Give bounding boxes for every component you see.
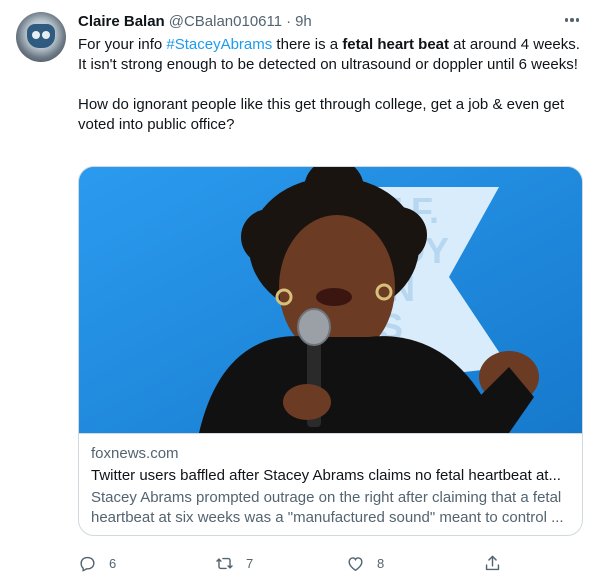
tweet-paragraph-1: For your info #StaceyAbrams there is a f… bbox=[78, 35, 588, 75]
share-button[interactable] bbox=[483, 551, 502, 575]
header-separator: · bbox=[286, 12, 292, 30]
retweet-button[interactable]: 7 bbox=[215, 551, 253, 575]
tweet-paragraph-2: How do ignorant people like this get thr… bbox=[78, 96, 565, 133]
share-icon bbox=[485, 555, 500, 570]
reply-button[interactable]: 6 bbox=[78, 551, 116, 575]
hashtag-link[interactable]: #StaceyAbrams bbox=[166, 36, 272, 53]
tweet-header: Claire Balan @CBalan010611 · 9h bbox=[78, 10, 312, 32]
reply-count: 6 bbox=[109, 555, 117, 571]
avatar-mask-graphic bbox=[27, 24, 55, 48]
retweet-icon bbox=[216, 557, 233, 569]
author-handle[interactable]: @CBalan010611 bbox=[169, 13, 282, 30]
avatar[interactable] bbox=[16, 12, 66, 62]
tweet-text: For your info #StaceyAbrams there is a f… bbox=[78, 35, 588, 135]
like-count: 8 bbox=[377, 555, 385, 571]
bold-phrase: fetal heart beat bbox=[342, 36, 450, 53]
card-title[interactable]: Twitter users baffled after Stacey Abram… bbox=[91, 466, 572, 486]
card-image: T F. DY N S bbox=[79, 167, 582, 433]
retweet-count: 7 bbox=[246, 555, 254, 571]
tweet[interactable]: Claire Balan @CBalan010611 · 9h For your… bbox=[0, 0, 598, 584]
card-body: foxnews.com Twitter users baffled after … bbox=[79, 433, 582, 535]
card-description: Stacey Abrams prompted outrage on the ri… bbox=[91, 489, 564, 526]
author-name[interactable]: Claire Balan bbox=[78, 13, 165, 30]
text-prefix: For your info bbox=[78, 36, 167, 53]
like-button[interactable]: 8 bbox=[346, 551, 384, 575]
text-mid: there is a bbox=[272, 36, 343, 53]
tweet-actions: 6 7 8 bbox=[78, 551, 508, 575]
more-dots-icon[interactable] bbox=[562, 10, 582, 30]
heart-icon bbox=[348, 556, 363, 571]
reply-icon bbox=[80, 556, 95, 572]
tweet-timestamp[interactable]: 9h bbox=[295, 13, 312, 30]
card-domain: foxnews.com bbox=[91, 445, 179, 462]
link-preview-card[interactable]: T F. DY N S bbox=[78, 166, 583, 536]
